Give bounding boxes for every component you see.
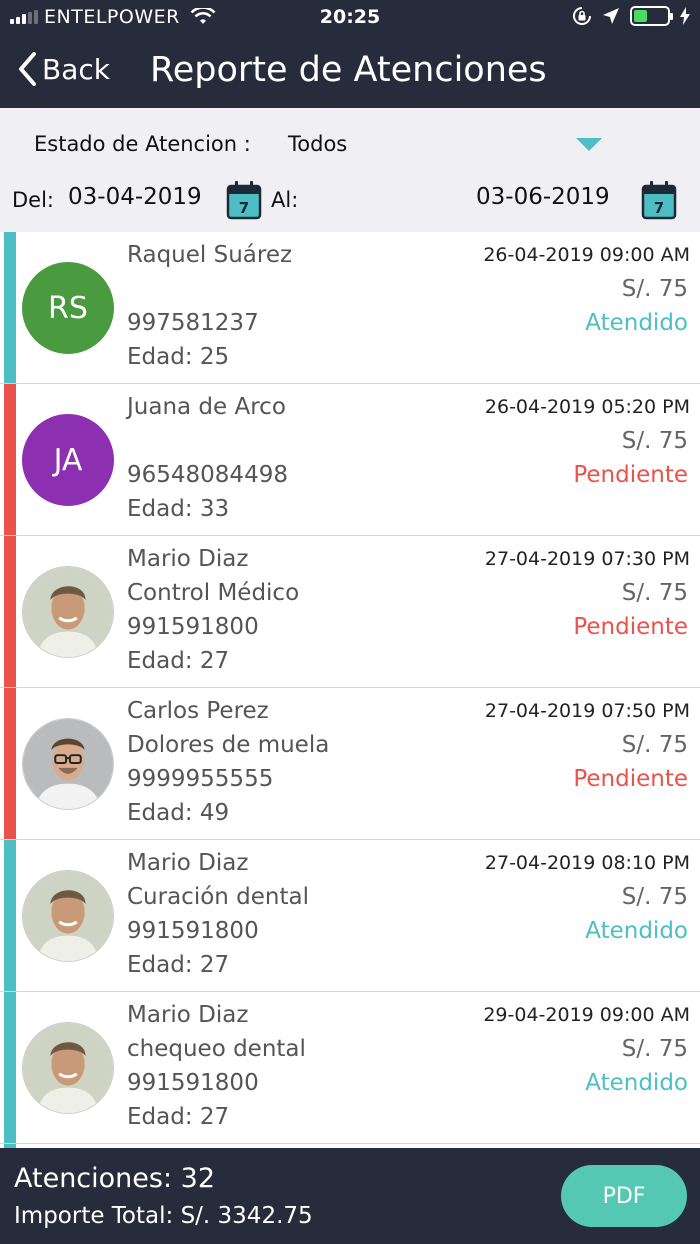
man-glasses-photo-icon — [23, 719, 113, 809]
patient-phone: 991591800 — [127, 614, 259, 640]
list-item[interactable]: Mario Diaz Curación dental 991591800 Eda… — [0, 840, 700, 992]
list-item[interactable]: Mario Diaz Control Médico 991591800 Edad… — [0, 536, 700, 688]
page-title: Reporte de Atenciones — [150, 50, 547, 90]
attention-datetime: 29-04-2019 09:00 AM — [483, 1004, 690, 1026]
calendar-icon[interactable]: 7 — [641, 180, 677, 220]
attention-price: S/. 75 — [621, 276, 688, 302]
attention-price: S/. 75 — [621, 732, 688, 758]
list-item[interactable]: JA Juana de Arco 96548084498 Edad: 33 26… — [0, 384, 700, 536]
status-label: Pendiente — [573, 614, 688, 640]
patient-name: Mario Diaz — [127, 1002, 249, 1028]
patient-age: Edad: 49 — [127, 800, 230, 826]
attention-detail: Curación dental — [127, 884, 310, 910]
status-indicator — [4, 536, 16, 687]
from-date-value[interactable]: 03-04-2019 — [68, 184, 202, 210]
back-label: Back — [42, 52, 110, 86]
status-label: Pendiente — [573, 766, 688, 792]
man-photo-icon — [23, 567, 113, 657]
patient-age: Edad: 27 — [127, 952, 230, 978]
chevron-left-icon — [19, 52, 36, 86]
attention-datetime: 26-04-2019 05:20 PM — [484, 396, 690, 418]
status-indicator — [4, 232, 16, 383]
avatar — [22, 718, 114, 810]
attention-price: S/. 75 — [621, 1036, 688, 1062]
attention-datetime: 27-04-2019 07:50 PM — [484, 700, 690, 722]
patient-phone: 9999955555 — [127, 766, 274, 792]
list-item[interactable]: RS Raquel Suárez 997581237 Edad: 25 26-0… — [0, 232, 700, 384]
patient-name: Carlos Perez — [127, 698, 269, 724]
status-label: Atendido — [585, 918, 688, 944]
patient-phone: 991591800 — [127, 1070, 259, 1096]
patient-phone: 991591800 — [127, 918, 259, 944]
nav-bar: Back Reporte de Atenciones — [0, 36, 700, 108]
calendar-icon[interactable]: 7 — [226, 180, 262, 220]
patient-name: Mario Diaz — [127, 546, 249, 572]
status-indicator — [4, 688, 16, 839]
patient-age: Edad: 33 — [127, 496, 230, 522]
svg-text:7: 7 — [239, 199, 249, 217]
status-label: Atendido — [585, 310, 688, 336]
patient-age: Edad: 25 — [127, 344, 230, 370]
to-date-label: Al: — [271, 188, 299, 212]
estado-label: Estado de Atencion : — [34, 132, 251, 156]
patient-age: Edad: 27 — [127, 648, 230, 674]
attention-detail: chequeo dental — [127, 1036, 306, 1062]
avatar-initials: JA — [53, 442, 83, 478]
attention-count: Atenciones: 32 — [14, 1163, 215, 1194]
status-indicator — [4, 992, 16, 1143]
attention-list[interactable]: RS Raquel Suárez 997581237 Edad: 25 26-0… — [0, 232, 700, 1148]
pdf-button[interactable]: PDF — [561, 1165, 687, 1227]
attention-datetime: 27-04-2019 08:10 PM — [484, 852, 690, 874]
patient-name: Raquel Suárez — [127, 242, 293, 268]
attention-detail: Control Médico — [127, 580, 300, 606]
location-icon — [603, 8, 619, 24]
to-date-value[interactable]: 03-06-2019 — [476, 184, 610, 210]
total-amount: Importe Total: S/. 3342.75 — [14, 1203, 313, 1229]
chevron-down-icon[interactable] — [576, 138, 602, 151]
man-photo-icon — [23, 1023, 113, 1113]
summary-footer: Atenciones: 32 Importe Total: S/. 3342.7… — [0, 1148, 700, 1244]
attention-detail: Dolores de muela — [127, 732, 330, 758]
patient-name: Juana de Arco — [127, 394, 286, 420]
patient-age: Edad: 27 — [127, 1104, 230, 1130]
status-label: Pendiente — [573, 462, 688, 488]
status-bar: ENTELPOWER 20:25 — [0, 0, 700, 36]
attention-price: S/. 75 — [621, 428, 688, 454]
attention-datetime: 27-04-2019 07:30 PM — [484, 548, 690, 570]
patient-phone: 997581237 — [127, 310, 259, 336]
man-photo-icon — [23, 871, 113, 961]
status-label: Atendido — [585, 1070, 688, 1096]
attention-datetime: 26-04-2019 09:00 AM — [483, 244, 690, 266]
patient-phone: 96548084498 — [127, 462, 288, 488]
avatar: RS — [22, 262, 114, 354]
header: ENTELPOWER 20:25 Back Reporte de Atencio… — [0, 0, 700, 108]
back-button[interactable]: Back — [18, 52, 110, 86]
battery-icon — [630, 6, 673, 26]
filter-panel: Estado de Atencion : Todos Del: 03-04-20… — [0, 108, 700, 232]
attention-price: S/. 75 — [621, 580, 688, 606]
status-indicator — [4, 840, 16, 991]
avatar — [22, 566, 114, 658]
list-item[interactable]: Carlos Perez Dolores de muela 9999955555… — [0, 688, 700, 840]
list-item[interactable]: Mario Diaz chequeo dental 991591800 Edad… — [0, 992, 700, 1144]
estado-select[interactable]: Todos — [288, 132, 347, 156]
patient-name: Mario Diaz — [127, 850, 249, 876]
from-date-label: Del: — [12, 188, 54, 212]
svg-text:7: 7 — [654, 199, 664, 217]
attention-price: S/. 75 — [621, 884, 688, 910]
avatar — [22, 1022, 114, 1114]
status-indicator — [4, 384, 16, 535]
orientation-lock-icon — [573, 7, 591, 25]
avatar — [22, 870, 114, 962]
avatar: JA — [22, 414, 114, 506]
avatar-initials: RS — [48, 290, 88, 326]
charging-icon — [680, 7, 690, 25]
